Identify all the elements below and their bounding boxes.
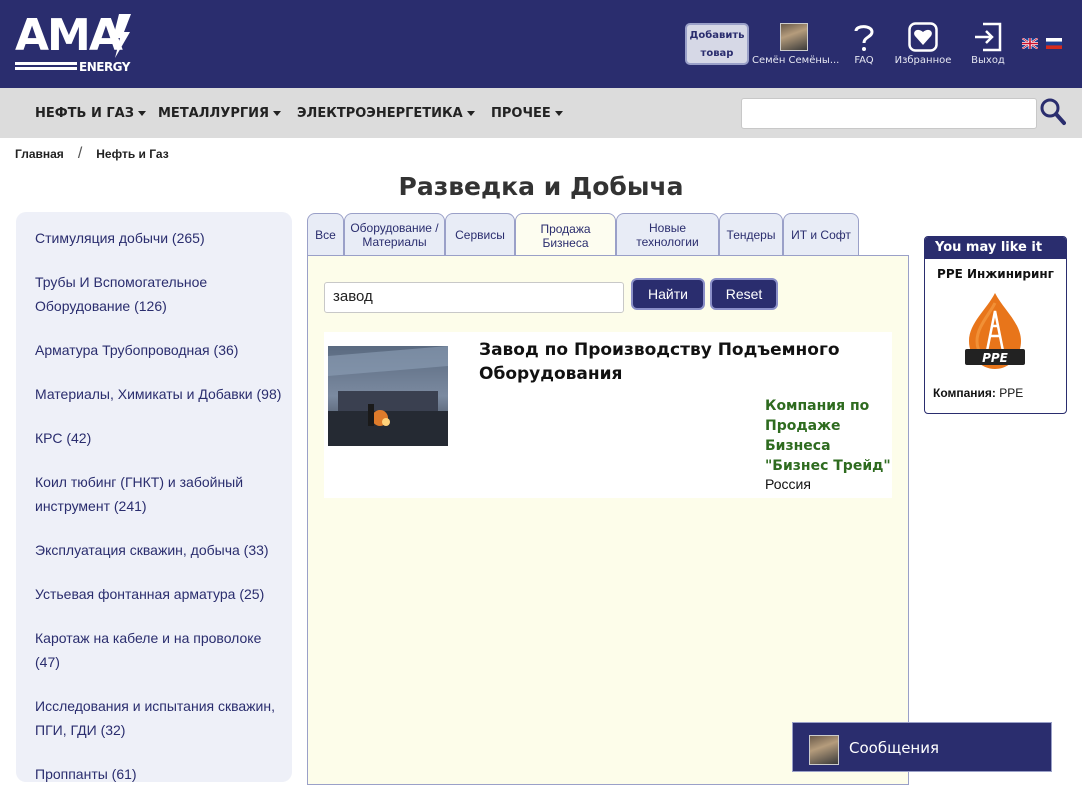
breadcrumb-home[interactable]: Главная: [15, 147, 64, 161]
listing-card[interactable]: Завод по Производству Подъемного Оборудо…: [324, 332, 892, 498]
nav-metallurgy[interactable]: МЕТАЛЛУРГИЯ: [158, 106, 282, 121]
sidebar-item[interactable]: Устьевая фонтанная арматура (25): [35, 582, 292, 606]
nav-label: НЕФТЬ И ГАЗ: [35, 106, 134, 121]
caret-down-icon: [137, 111, 146, 116]
logout-icon: [968, 20, 1008, 54]
logout-link[interactable]: Выход: [968, 20, 1008, 66]
user-profile[interactable]: Семён Семёны...: [752, 20, 840, 66]
nav-power[interactable]: ЭЛЕКТРОЭНЕРГЕТИКА: [297, 106, 475, 121]
lightning-bolt-icon: [113, 14, 131, 58]
caret-down-icon: [554, 111, 563, 116]
category-navbar: НЕФТЬ И ГАЗ МЕТАЛЛУРГИЯ ЭЛЕКТРОЭНЕРГЕТИК…: [0, 88, 1082, 138]
sidebar-item[interactable]: Каротаж на кабеле и на проволоке (47): [35, 626, 292, 674]
language-switcher: [1022, 38, 1062, 49]
tab-services[interactable]: Сервисы: [445, 213, 515, 256]
sidebar-item[interactable]: Проппанты (61): [35, 762, 292, 782]
find-button[interactable]: Найти: [631, 278, 705, 310]
sidebar-item[interactable]: Коил тюбинг (ГНКТ) и забойный инструмент…: [35, 470, 292, 518]
site-search-input[interactable]: [741, 98, 1037, 129]
favorites-label: Избранное: [894, 55, 952, 66]
logo-subtext: ENERGY: [79, 60, 130, 74]
messages-label: Сообщения: [849, 739, 940, 757]
caret-down-icon: [273, 111, 282, 116]
company-value: PPE: [999, 386, 1024, 400]
nav-oil-gas[interactable]: НЕФТЬ И ГАЗ: [35, 106, 146, 121]
listing-search-input[interactable]: завод: [324, 282, 624, 313]
recommendation-name[interactable]: PPE Инжиниринг: [925, 267, 1066, 281]
nav-label: ЭЛЕКТРОЭНЕРГЕТИКА: [297, 106, 463, 121]
logo-bars: [15, 62, 77, 74]
breadcrumb-current[interactable]: Нефть и Газ: [96, 147, 168, 161]
listing-company[interactable]: Компания по Продаже Бизнеса "Бизнес Трей…: [765, 396, 895, 476]
sidebar-item[interactable]: Арматура Трубопроводная (36): [35, 338, 292, 362]
sidebar-item[interactable]: Исследования и испытания скважин, ПГИ, Г…: [35, 694, 292, 742]
ama-energy-logo[interactable]: AMA ENERGY: [15, 12, 135, 76]
listing-country: Россия: [765, 476, 811, 492]
recommendation-company: Компания: PPE: [933, 386, 1023, 400]
nav-label: ПРОЧЕЕ: [491, 106, 551, 121]
caret-down-icon: [466, 111, 475, 116]
tab-it-software[interactable]: ИТ и Софт: [783, 213, 859, 256]
factory-photo[interactable]: [328, 346, 448, 446]
recommendation-heading: You may like it: [925, 237, 1066, 259]
add-product-button[interactable]: Добавить товар: [685, 23, 749, 65]
nav-label: МЕТАЛЛУРГИЯ: [158, 106, 270, 121]
ppe-logo-text: PPE: [982, 351, 1009, 365]
logo-text: AMA: [15, 10, 123, 61]
messages-bar[interactable]: Сообщения: [792, 722, 1052, 772]
tab-new-tech[interactable]: Новые технологии: [616, 213, 719, 256]
page-title: Разведка и Добыча: [398, 172, 684, 201]
category-sidebar: Стимуляция добычи (265) Трубы И Вспомога…: [16, 212, 292, 782]
nav-other[interactable]: ПРОЧЕЕ: [491, 106, 563, 121]
question-mark-icon: [848, 20, 880, 54]
tab-all[interactable]: Все: [307, 213, 344, 256]
breadcrumb-separator: /: [77, 145, 83, 162]
tab-equipment[interactable]: Оборудование / Материалы: [344, 213, 445, 256]
logout-label: Выход: [971, 55, 1005, 66]
user-avatar: [780, 23, 808, 51]
russia-flag-icon[interactable]: [1046, 38, 1062, 49]
sidebar-item[interactable]: Трубы И Вспомогательное Оборудование (12…: [35, 270, 292, 318]
sidebar-item[interactable]: Материалы, Химикаты и Добавки (98): [35, 382, 292, 406]
listing-title[interactable]: Завод по Производству Подъемного Оборудо…: [479, 338, 879, 386]
sidebar-item[interactable]: Эксплуатация скважин, добыча (33): [35, 538, 292, 562]
search-icon[interactable]: [1040, 98, 1066, 126]
ppe-logo[interactable]: PPE: [957, 291, 1033, 375]
company-label: Компания:: [933, 386, 996, 400]
heart-icon: [893, 20, 953, 54]
tab-content-panel: завод Найти Reset Завод по Производству …: [307, 255, 909, 785]
favorites-link[interactable]: Избранное: [893, 20, 953, 66]
messages-avatar: [809, 735, 839, 765]
user-name: Семён Семёны...: [752, 55, 840, 66]
tab-tenders[interactable]: Тендеры: [719, 213, 783, 256]
breadcrumb: Главная / Нефть и Газ: [15, 145, 169, 163]
top-header: AMA ENERGY Добавить товар Семён Семёны..…: [0, 0, 1082, 88]
sidebar-item[interactable]: Стимуляция добычи (265): [35, 226, 292, 250]
faq-link[interactable]: FAQ: [848, 20, 880, 66]
tab-business-sale[interactable]: Продажа Бизнеса: [515, 213, 616, 257]
uk-flag-icon[interactable]: [1022, 38, 1038, 49]
faq-label: FAQ: [854, 55, 874, 66]
recommendation-box[interactable]: You may like it PPE Инжиниринг PPE Компа…: [924, 236, 1067, 414]
sidebar-item[interactable]: КРС (42): [35, 426, 292, 450]
reset-button[interactable]: Reset: [710, 278, 778, 310]
